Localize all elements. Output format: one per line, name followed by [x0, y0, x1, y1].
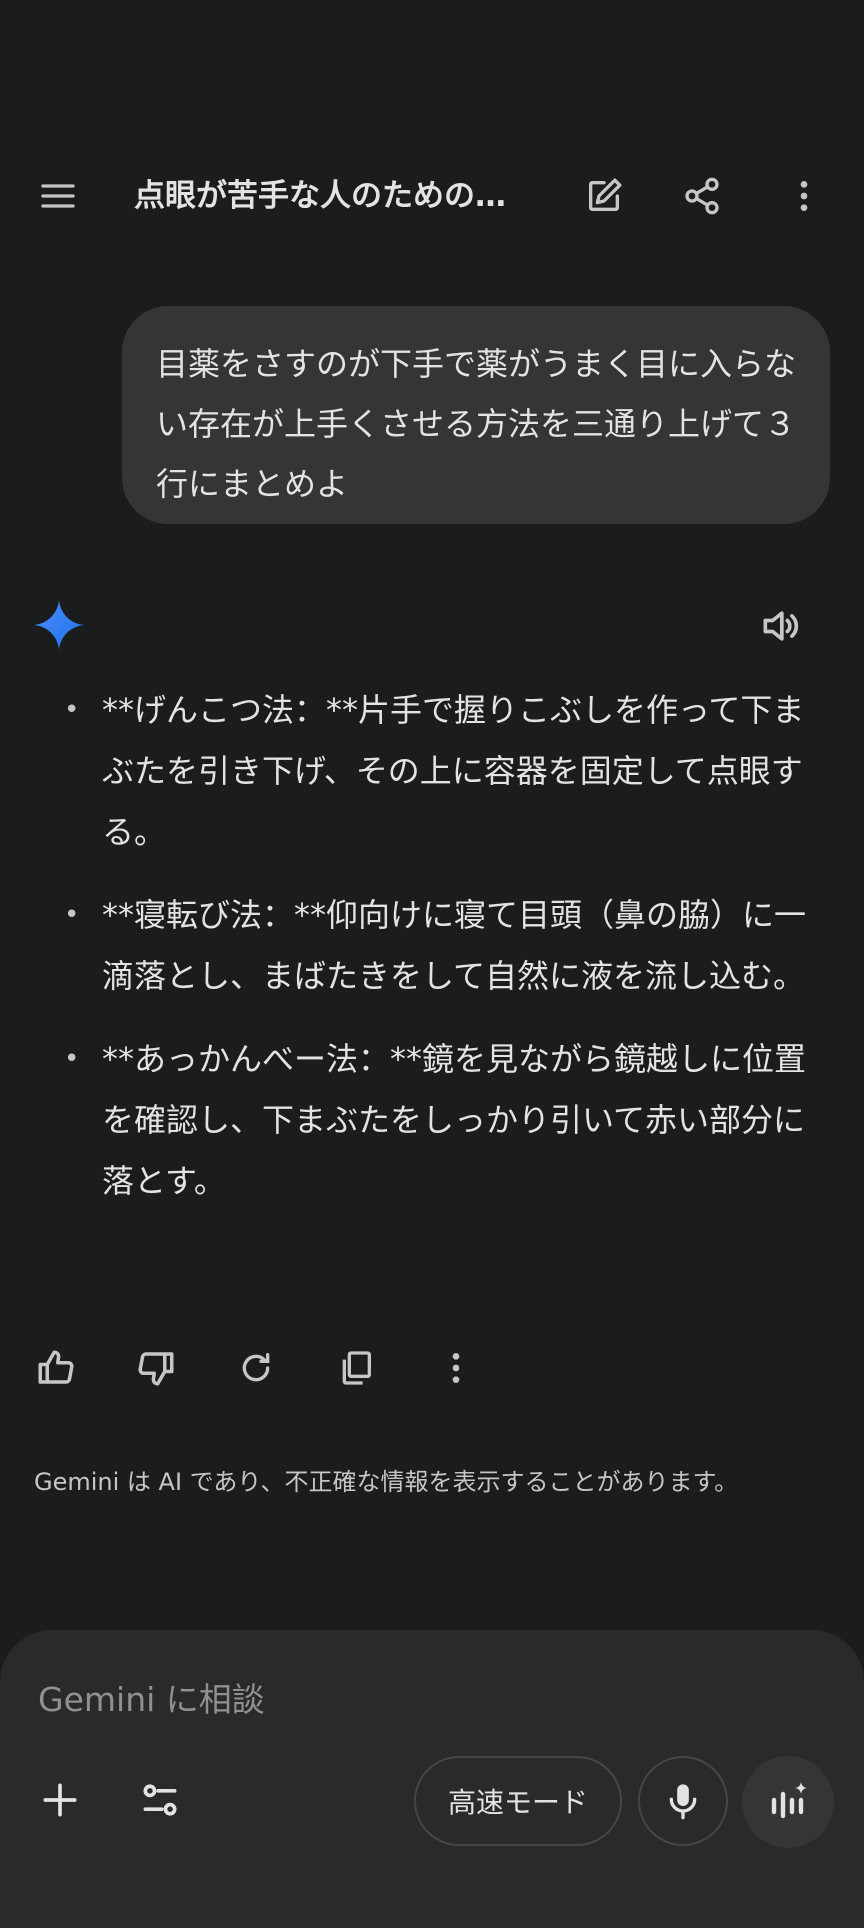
gemini-chat-screen: 点眼が苦手な人のための… 目薬をさすのが下手で薬がうまく目に入らない存在が上手く…: [0, 0, 864, 1928]
copy-button[interactable]: [324, 1336, 388, 1400]
thumb-down-icon: [138, 1352, 174, 1386]
read-aloud-button[interactable]: [748, 594, 812, 658]
list-item-text: **あっかんべー法：**鏡を見ながら鏡越しに位置を確認し、下まぶたをしっかり引い…: [102, 1040, 807, 1200]
conversation-title: 点眼が苦手な人のための…: [134, 178, 506, 214]
prompt-composer: Gemini に相談 高速モード: [0, 1630, 864, 1928]
response-more-button[interactable]: [424, 1336, 488, 1400]
menu-icon: [41, 184, 75, 208]
ai-disclaimer: Gemini は AI であり、不正確な情報を表示することがあります。: [34, 1468, 739, 1496]
more-vert-icon: [800, 181, 808, 211]
response-list: • **げんこつ法：**片手で握りこぶしを作って下まぶたを引き下げ、その上に容器…: [60, 680, 820, 1212]
list-item-text: **げんこつ法：**片手で握りこぶしを作って下まぶたを引き下げ、その上に容器を固…: [102, 691, 805, 851]
top-app-bar: 点眼が苦手な人のための…: [0, 150, 864, 242]
regenerate-icon: [242, 1353, 270, 1382]
list-item-text: **寝転び法：**仰向けに寝て目頭（鼻の脇）に一滴落とし、まばたきをして自然に液…: [102, 896, 807, 995]
tune-icon: [143, 1784, 177, 1816]
list-item: • **げんこつ法：**片手で握りこぶしを作って下まぶたを引き下げ、その上に容器…: [60, 680, 820, 863]
tools-button[interactable]: [128, 1768, 192, 1832]
live-mode-button[interactable]: [742, 1756, 834, 1848]
thumb-up-icon: [38, 1350, 74, 1384]
plus-icon: [43, 1783, 77, 1817]
list-item: • **寝転び法：**仰向けに寝て目頭（鼻の脇）に一滴落とし、まばたきをして自然…: [60, 885, 820, 1007]
add-attachment-button[interactable]: [28, 1768, 92, 1832]
prompt-input[interactable]: Gemini に相談: [38, 1676, 265, 1724]
edit-icon: [589, 178, 622, 211]
gemini-sparkle-icon: [34, 600, 84, 650]
model-mode-selector[interactable]: 高速モード: [414, 1756, 622, 1846]
model-response: • **げんこつ法：**片手で握りこぶしを作って下まぶたを引き下げ、その上に容器…: [60, 680, 820, 1234]
share-icon: [685, 177, 719, 215]
mic-icon: [669, 1784, 697, 1820]
copy-icon: [342, 1351, 371, 1385]
response-actions: [24, 1336, 524, 1406]
bullet: •: [64, 1044, 80, 1074]
more-vert-icon: [452, 1353, 460, 1383]
good-response-button[interactable]: [24, 1336, 88, 1400]
share-button[interactable]: [670, 164, 734, 228]
user-message-bubble: 目薬をさすのが下手で薬がうまく目に入らない存在が上手くさせる方法を三通り上げて３…: [122, 306, 830, 524]
menu-button[interactable]: [26, 164, 90, 228]
regenerate-button[interactable]: [224, 1336, 288, 1400]
volume-icon: [763, 611, 799, 641]
bullet: •: [64, 695, 80, 725]
more-options-button[interactable]: [772, 164, 836, 228]
bad-response-button[interactable]: [124, 1336, 188, 1400]
live-icon: [771, 1782, 807, 1819]
voice-input-button[interactable]: [638, 1756, 728, 1846]
new-chat-button[interactable]: [572, 164, 636, 228]
list-item: • **あっかんべー法：**鏡を見ながら鏡越しに位置を確認し、下まぶたをしっかり…: [60, 1029, 820, 1212]
bullet: •: [64, 900, 80, 930]
